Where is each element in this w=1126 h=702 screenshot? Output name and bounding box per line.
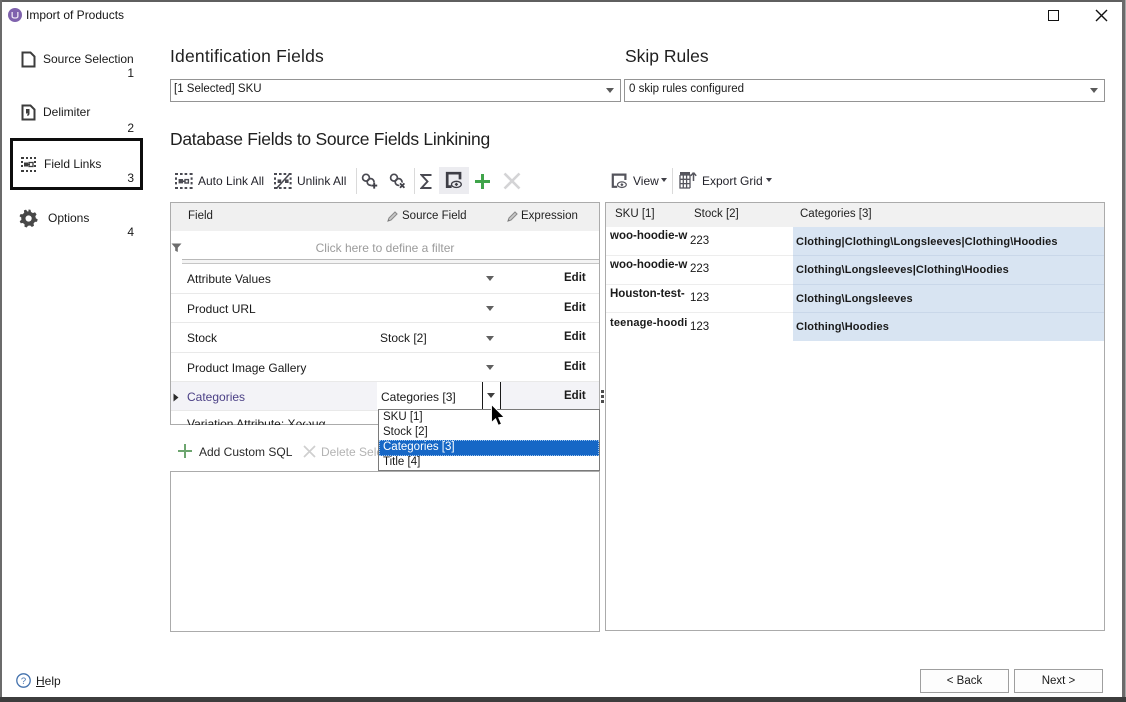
svg-text:?: ?: [21, 676, 26, 687]
